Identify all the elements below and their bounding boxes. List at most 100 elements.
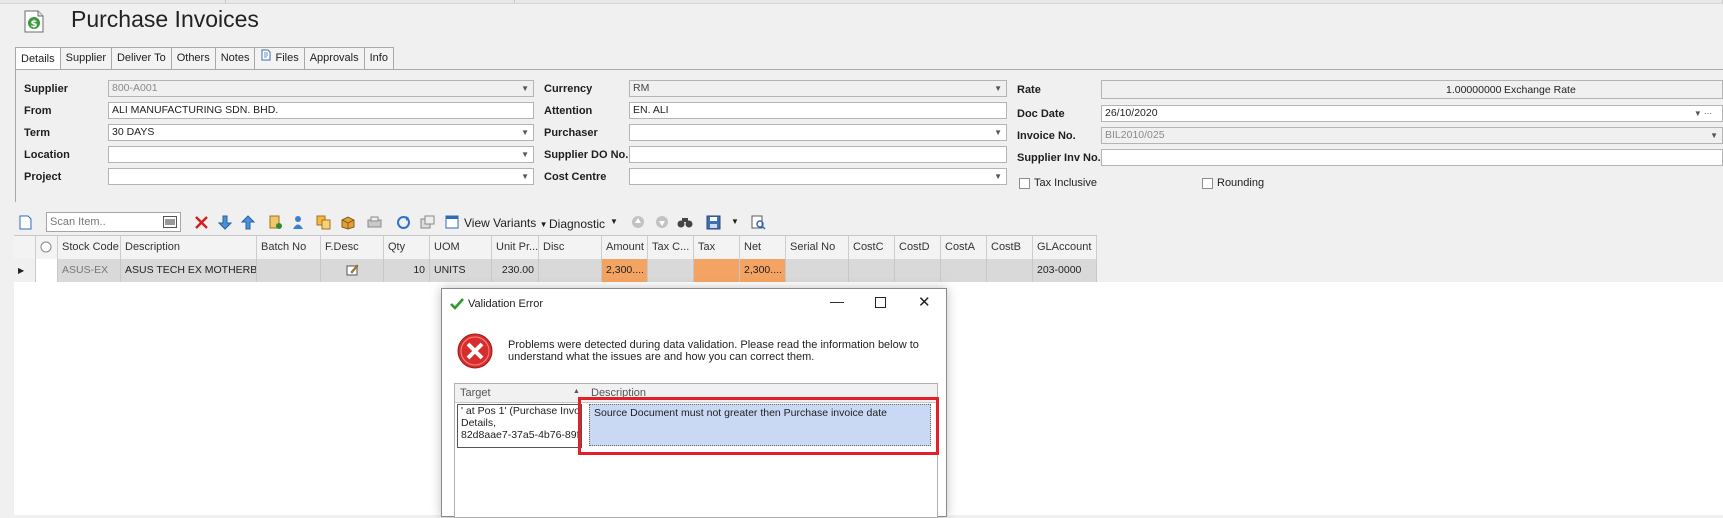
move-up-icon[interactable]: [240, 215, 256, 233]
tab-info[interactable]: Info: [364, 47, 394, 70]
cell-unit-price[interactable]: 230.00: [492, 259, 539, 282]
circle-next-icon[interactable]: [655, 215, 669, 232]
save-dropdown-icon[interactable]: ▼: [731, 217, 739, 226]
cell-disc[interactable]: [539, 259, 602, 282]
col-unit-price[interactable]: Unit Pr...: [492, 236, 539, 259]
cell-tax[interactable]: [694, 259, 740, 282]
circle-prev-icon[interactable]: [631, 215, 645, 232]
insert-item-icon[interactable]: [268, 215, 283, 233]
dropdown-arrow-icon[interactable]: ▼: [1710, 128, 1718, 143]
col-gl-account[interactable]: GLAccount: [1033, 236, 1097, 259]
currency-field[interactable]: RM ▼: [629, 80, 1007, 97]
diagnostic-button[interactable]: Diagnostic: [549, 217, 605, 231]
package-icon[interactable]: [340, 215, 355, 233]
col-tax[interactable]: Tax: [694, 236, 740, 259]
cell-costd[interactable]: [895, 259, 941, 282]
print-icon[interactable]: [367, 215, 382, 233]
cell-costa[interactable]: [941, 259, 987, 282]
col-fdesc[interactable]: F.Desc: [321, 236, 384, 259]
tab-deliver-to[interactable]: Deliver To: [111, 47, 172, 70]
from-field[interactable]: ALI MANUFACTURING SDN. BHD.: [108, 102, 534, 119]
view-variants-button[interactable]: View Variants ▼: [464, 216, 548, 230]
tab-approvals[interactable]: Approvals: [304, 47, 365, 70]
search-doc-icon[interactable]: [751, 215, 766, 233]
cell-costb[interactable]: [987, 259, 1033, 282]
cell-amount[interactable]: 2,300....: [602, 259, 648, 282]
new-row-icon[interactable]: [19, 215, 32, 233]
col-serial-no[interactable]: Serial No: [786, 236, 849, 259]
col-costb[interactable]: CostB: [987, 236, 1033, 259]
term-field[interactable]: 30 DAYS ▼: [108, 124, 534, 141]
col-net[interactable]: Net: [740, 236, 786, 259]
row-select-cell[interactable]: [36, 259, 58, 282]
target-cell[interactable]: ' at Pos 1' (Purchase Invoic Details, 82…: [457, 404, 582, 448]
dropdown-arrow-icon[interactable]: ▼: [521, 147, 529, 162]
save-icon[interactable]: [706, 215, 721, 233]
cell-uom[interactable]: UNITS: [430, 259, 492, 282]
tab-details[interactable]: Details: [15, 47, 61, 71]
diagnostic-dropdown-icon[interactable]: ▼: [610, 217, 618, 226]
binoculars-icon[interactable]: [677, 215, 693, 232]
cell-net[interactable]: 2,300....: [740, 259, 786, 282]
col-costa[interactable]: CostA: [941, 236, 987, 259]
tab-notes[interactable]: Notes: [215, 47, 256, 70]
tax-inclusive-checkbox[interactable]: [1019, 178, 1030, 189]
cell-batch-no[interactable]: [257, 259, 321, 282]
supplier-do-field[interactable]: [629, 146, 1007, 163]
col-target[interactable]: Target: [460, 387, 491, 399]
cell-serial-no[interactable]: [786, 259, 849, 282]
user-icon[interactable]: [292, 215, 304, 233]
doc-date-field[interactable]: 26/10/2020 ▼ ⋯: [1101, 105, 1723, 122]
cell-tax-code[interactable]: [648, 259, 694, 282]
col-amount[interactable]: Amount: [602, 236, 648, 259]
barcode-icon[interactable]: [163, 216, 177, 234]
cost-centre-field[interactable]: ▼: [629, 168, 1007, 185]
rate-field[interactable]: 1.00000000 Exchange Rate: [1101, 80, 1723, 99]
location-field[interactable]: ▼: [108, 146, 534, 163]
rounding-checkbox[interactable]: [1202, 178, 1213, 189]
col-description[interactable]: Description: [121, 236, 257, 259]
refresh-icon[interactable]: [396, 215, 411, 233]
minimize-icon[interactable]: —: [830, 293, 844, 309]
select-all-radio[interactable]: [36, 236, 58, 259]
purchaser-field[interactable]: ▼: [629, 124, 1007, 141]
dropdown-arrow-icon[interactable]: ▼ ⋯: [1694, 106, 1712, 121]
table-row[interactable]: ▶ ASUS-EX ASUS TECH EX MOTHERBO... 10 UN…: [14, 259, 1097, 282]
col-uom[interactable]: UOM: [430, 236, 492, 259]
edit-note-icon[interactable]: [346, 264, 359, 276]
cell-stock-code[interactable]: ASUS-EX: [58, 259, 121, 282]
invoice-no-field[interactable]: BIL2010/025 ▼: [1101, 127, 1723, 144]
col-costd[interactable]: CostD: [895, 236, 941, 259]
dropdown-arrow-icon[interactable]: ▼: [521, 169, 529, 184]
copy-icon[interactable]: [316, 215, 331, 233]
project-field[interactable]: ▼: [108, 168, 534, 185]
col-batch-no[interactable]: Batch No: [257, 236, 321, 259]
col-tax-code[interactable]: Tax C...: [648, 236, 694, 259]
cell-costc[interactable]: [849, 259, 895, 282]
dropdown-arrow-icon[interactable]: ▼: [994, 125, 1002, 140]
dropdown-arrow-icon[interactable]: ▼: [994, 169, 1002, 184]
tab-files[interactable]: Files: [255, 47, 305, 70]
col-costc[interactable]: CostC: [849, 236, 895, 259]
supplier-field[interactable]: 800-A001 ▼: [108, 80, 534, 97]
col-qty[interactable]: Qty: [384, 236, 430, 259]
cell-gl-account[interactable]: 203-0000: [1033, 259, 1097, 282]
dropdown-arrow-icon[interactable]: ▼: [521, 125, 529, 140]
cell-description[interactable]: ASUS TECH EX MOTHERBO...: [121, 259, 257, 282]
tab-supplier[interactable]: Supplier: [60, 47, 112, 70]
move-down-icon[interactable]: [217, 215, 233, 233]
window-icon[interactable]: [420, 215, 435, 233]
tab-others[interactable]: Others: [171, 47, 216, 70]
dialog-titlebar[interactable]: Validation Error — ✕: [442, 289, 946, 319]
view-variants-icon[interactable]: [445, 215, 459, 232]
maximize-icon[interactable]: [875, 297, 886, 308]
close-icon[interactable]: ✕: [918, 293, 931, 311]
dropdown-arrow-icon[interactable]: ▼: [994, 81, 1002, 96]
scan-item-input[interactable]: Scan Item..: [46, 212, 181, 232]
attention-field[interactable]: EN. ALI: [629, 102, 1007, 119]
dropdown-arrow-icon[interactable]: ▼: [521, 81, 529, 96]
col-disc[interactable]: Disc: [539, 236, 602, 259]
delete-icon[interactable]: [194, 215, 209, 233]
cell-qty[interactable]: 10: [384, 259, 430, 282]
col-stock-code[interactable]: Stock Code: [58, 236, 121, 259]
